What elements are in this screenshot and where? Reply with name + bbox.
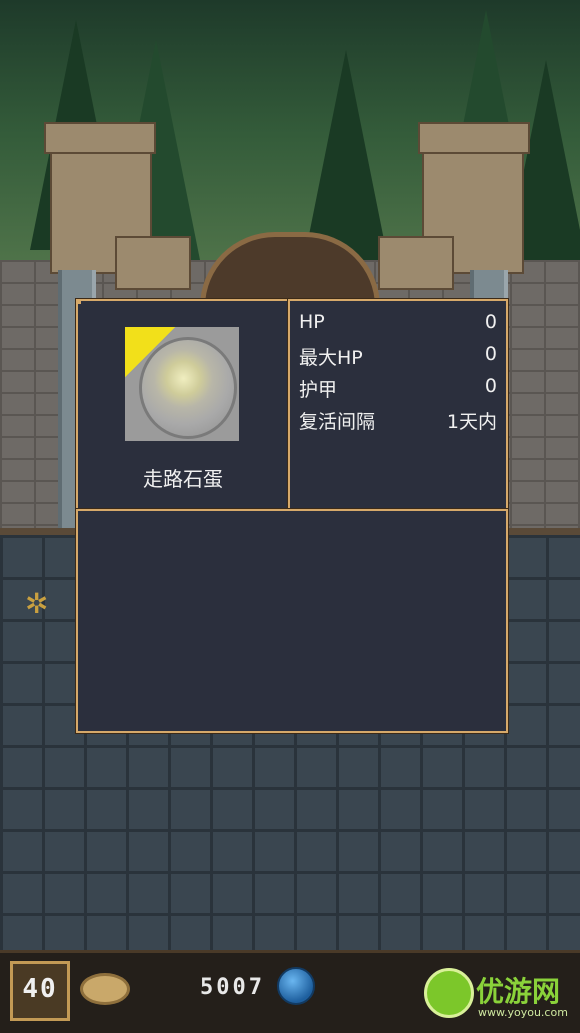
tower-crenel <box>418 122 530 154</box>
stat-label: HP <box>299 311 325 333</box>
watermark-text: 优游网 <box>476 975 561 1008</box>
level-badge-icon[interactable]: 40 <box>10 961 70 1021</box>
gem-icon[interactable] <box>277 967 315 1005</box>
monster-portrait-panel: 走路石蛋 <box>76 299 290 511</box>
stat-label: 复活间隔 <box>299 411 376 433</box>
monster-stats-panel: HP 0 最大HP 0 护甲 0 复活间隔 1天内 <box>288 299 508 511</box>
stat-row-max-hp: 最大HP 0 <box>299 343 497 373</box>
watermark-logo-icon <box>424 968 474 1018</box>
golden-shrub-icon: ✲ <box>25 587 49 620</box>
stat-value: 0 <box>484 311 497 333</box>
player-level: 40 <box>22 974 58 1004</box>
stat-row-respawn: 复活间隔 1天内 <box>299 407 497 437</box>
stat-value: 1天内 <box>446 411 497 433</box>
castle-turret <box>378 236 454 290</box>
stat-label: 护甲 <box>299 379 338 401</box>
monster-portrait <box>125 327 239 441</box>
castle-turret <box>115 236 191 290</box>
gold-amount: 5007 <box>200 975 265 1000</box>
stat-row-hp: HP 0 <box>299 311 497 341</box>
monster-name: 走路石蛋 <box>143 467 223 491</box>
stat-row-armor: 护甲 0 <box>299 375 497 405</box>
panel-corner <box>76 299 81 304</box>
coin-icon <box>80 973 130 1005</box>
site-watermark: 优游网 www.yoyou.com <box>418 960 578 1026</box>
tower-crenel <box>44 122 156 154</box>
stat-label: 最大HP <box>299 347 363 369</box>
stone-egg-icon <box>139 337 237 439</box>
stat-value: 0 <box>484 343 497 365</box>
watermark-url: www.yoyou.com <box>478 1006 568 1019</box>
stat-value: 0 <box>484 375 497 397</box>
monster-description-panel <box>76 509 508 733</box>
